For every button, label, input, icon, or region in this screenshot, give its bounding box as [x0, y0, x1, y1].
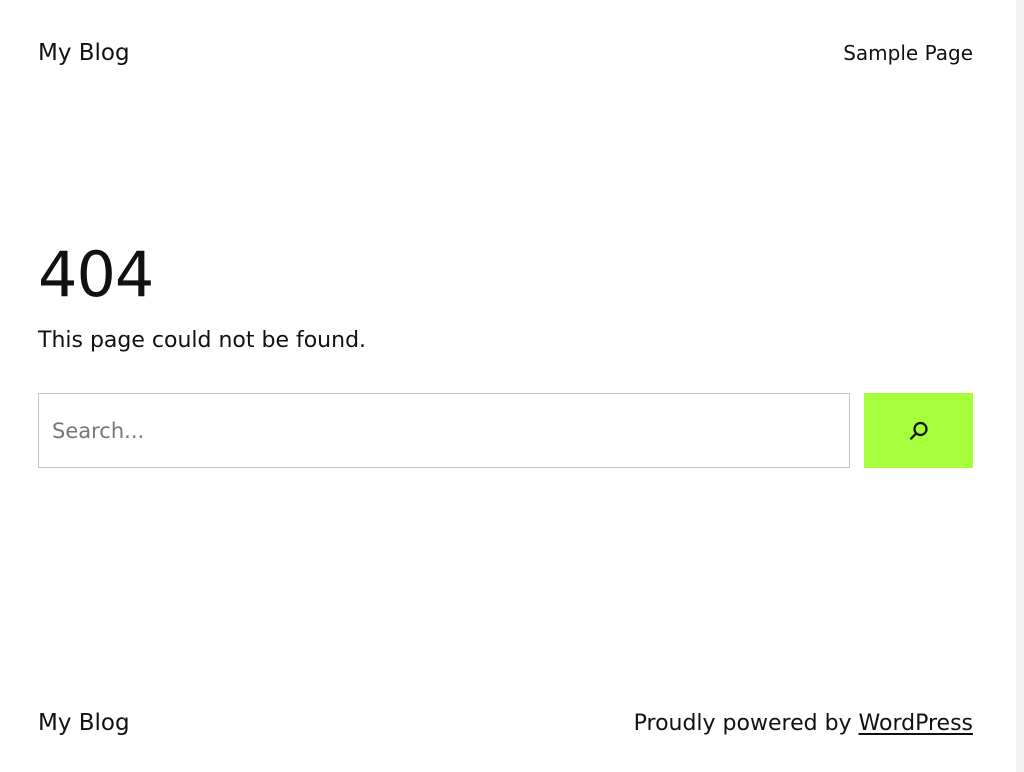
- page: My Blog Sample Page 404 This page could …: [0, 0, 1024, 772]
- error-code: 404: [38, 238, 154, 311]
- search-icon: [909, 421, 928, 440]
- main-content: 404 This page could not be found.: [38, 232, 973, 354]
- site-title-link[interactable]: My Blog: [38, 40, 130, 66]
- search-button[interactable]: [864, 393, 973, 468]
- footer-site-title-link[interactable]: My Blog: [38, 710, 130, 736]
- wordpress-link[interactable]: WordPress: [859, 711, 973, 736]
- error-message: This page could not be found.: [38, 328, 367, 353]
- site-header: My Blog Sample Page: [38, 36, 973, 70]
- search-form: [38, 393, 973, 468]
- scrollbar-track[interactable]: [1016, 0, 1024, 772]
- footer-credit: Proudly powered by WordPress: [634, 711, 973, 736]
- site-footer: My Blog Proudly powered by WordPress: [38, 706, 973, 740]
- search-input[interactable]: [38, 393, 850, 468]
- footer-credit-text: Proudly powered by: [633, 710, 859, 736]
- nav-link-sample-page[interactable]: Sample Page: [843, 41, 973, 65]
